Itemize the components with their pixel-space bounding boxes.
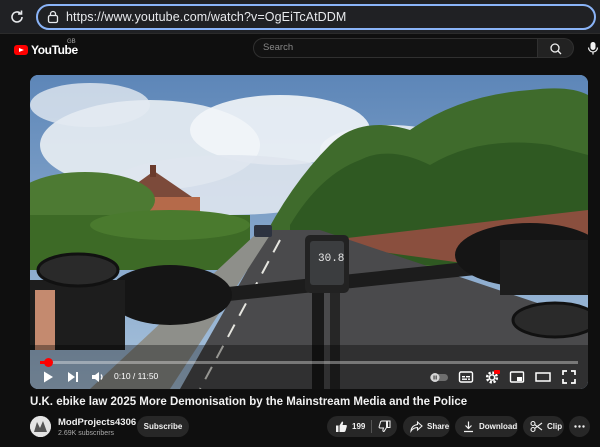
download-icon bbox=[464, 421, 473, 433]
theater-icon[interactable] bbox=[535, 369, 551, 385]
share-label: Share bbox=[427, 422, 450, 431]
avatar-image bbox=[30, 416, 51, 437]
dislike-icon bbox=[378, 420, 391, 433]
subscribe-button[interactable]: Subscribe bbox=[137, 416, 189, 437]
download-label: Download bbox=[479, 422, 518, 431]
clip-icon bbox=[530, 420, 543, 433]
download-button[interactable]: Download bbox=[455, 416, 518, 437]
video-title: U.K. ebike law 2025 More Demonisation by… bbox=[30, 396, 468, 408]
share-icon bbox=[410, 420, 423, 433]
settings-icon[interactable] bbox=[484, 369, 500, 385]
search-input[interactable]: Search bbox=[253, 38, 538, 58]
dislike-button[interactable] bbox=[378, 416, 391, 437]
youtube-logo-text: YouTube bbox=[31, 43, 78, 57]
like-dislike-group: 199 bbox=[327, 416, 397, 437]
fullscreen-icon[interactable] bbox=[561, 369, 577, 385]
like-divider bbox=[371, 420, 373, 433]
mic-icon[interactable] bbox=[587, 41, 599, 55]
video-player[interactable]: 30.8 0:10 / 11:50 bbox=[30, 75, 588, 389]
play-icon[interactable] bbox=[40, 369, 56, 385]
like-icon bbox=[336, 421, 347, 432]
search-button[interactable] bbox=[538, 38, 574, 58]
clip-label: Clip bbox=[547, 422, 563, 431]
search-icon bbox=[550, 43, 562, 55]
miniplayer-icon[interactable] bbox=[509, 369, 525, 385]
more-actions-button[interactable] bbox=[569, 416, 590, 437]
search-placeholder: Search bbox=[263, 42, 294, 53]
region-code: GB bbox=[67, 39, 76, 45]
like-button[interactable]: 199 bbox=[327, 416, 365, 437]
time-display: 0:10 / 11:50 bbox=[114, 371, 159, 381]
clip-button[interactable]: Clip bbox=[523, 416, 564, 437]
more-icon bbox=[574, 425, 585, 428]
progress-bar[interactable] bbox=[40, 358, 578, 367]
subscriber-count: 2.69K subscribers bbox=[58, 430, 115, 437]
browser-toolbar: https://www.youtube.com/watch?v=OgEiTcAt… bbox=[0, 0, 600, 34]
channel-avatar[interactable] bbox=[30, 416, 51, 437]
share-button[interactable]: Share bbox=[403, 416, 450, 437]
channel-name[interactable]: ModProjects4306 bbox=[58, 417, 136, 428]
subtitles-icon[interactable] bbox=[458, 369, 474, 385]
volume-icon[interactable] bbox=[90, 369, 106, 385]
address-bar[interactable]: https://www.youtube.com/watch?v=OgEiTcAt… bbox=[36, 4, 596, 30]
url-text[interactable]: https://www.youtube.com/watch?v=OgEiTcAt… bbox=[66, 10, 346, 24]
youtube-header: YouTube GB Search bbox=[0, 34, 600, 74]
youtube-play-logo-icon bbox=[14, 45, 28, 55]
reload-icon[interactable] bbox=[8, 8, 26, 26]
lock-icon[interactable] bbox=[46, 10, 60, 24]
player-controls: 0:10 / 11:50 bbox=[30, 366, 588, 389]
video-frame: 30.8 bbox=[30, 75, 588, 389]
autoplay-toggle[interactable] bbox=[429, 369, 449, 385]
next-icon[interactable] bbox=[65, 369, 81, 385]
speedometer-reading: 30.8 bbox=[318, 253, 344, 265]
like-count: 199 bbox=[352, 422, 366, 431]
